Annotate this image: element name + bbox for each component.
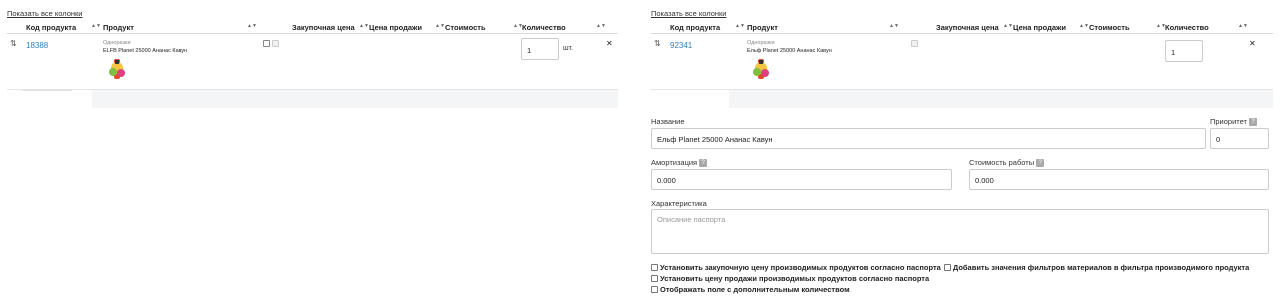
- purchase-price-checkbox-disabled: [272, 40, 279, 47]
- purchase-price-checkbox[interactable]: [263, 40, 270, 47]
- show-all-columns-link[interactable]: Показать все колонки: [651, 9, 727, 18]
- product-code-link[interactable]: 92341: [670, 41, 692, 50]
- sort-arrows-icon[interactable]: ▲▼: [596, 23, 606, 29]
- column-header-purchase-price[interactable]: Закупочная цена: [936, 23, 999, 32]
- quantity-input[interactable]: 1: [521, 38, 559, 60]
- characteristic-label: Характеристика: [651, 199, 707, 208]
- product-image: [753, 59, 769, 79]
- quantity-unit: шт.: [563, 45, 573, 52]
- quantity-input[interactable]: 1: [1165, 40, 1203, 62]
- extra-quantity-checkbox[interactable]: [651, 286, 658, 293]
- work-cost-input[interactable]: 0.000: [969, 169, 1269, 190]
- close-icon[interactable]: ✕: [606, 39, 613, 48]
- product-code-link[interactable]: 18388: [26, 41, 48, 50]
- table-header: Код продукта ▲▼ Продукт ▲▼ Закупочная це…: [651, 20, 1273, 34]
- close-icon[interactable]: ✕: [1249, 39, 1256, 48]
- priority-input[interactable]: 0: [1210, 128, 1269, 149]
- left-panel: Показать все колонки Код продукта ▲▼ Про…: [7, 0, 618, 303]
- product-name: ELFB Planet 25000 Ананас Кавун: [103, 48, 188, 54]
- table-footer: [729, 90, 1273, 108]
- checkbox-row: Установить цену продажи производимых про…: [651, 274, 929, 283]
- column-header-cost[interactable]: Стоимость: [445, 23, 486, 32]
- purchase-price-passport-checkbox[interactable]: [651, 264, 658, 271]
- name-label: Название: [651, 117, 685, 126]
- extra-quantity-label[interactable]: Отображать поле с дополнительным количес…: [660, 285, 850, 294]
- add-filters-label[interactable]: Добавить значения фильтров материалов в …: [953, 263, 1249, 272]
- column-header-code[interactable]: Код продукта: [26, 23, 76, 32]
- drag-handle-icon[interactable]: ⇅: [654, 39, 661, 48]
- drag-handle-icon[interactable]: ⇅: [10, 39, 17, 48]
- add-filters-checkbox[interactable]: [943, 264, 951, 271]
- priority-label: Приоритет?: [1210, 117, 1257, 127]
- sort-arrows-icon[interactable]: ▲▼: [1238, 23, 1248, 29]
- work-cost-label: Стоимость работы?: [969, 158, 1045, 168]
- sale-price-passport-label[interactable]: Установить цену продажи производимых про…: [660, 274, 929, 283]
- right-panel: Показать все колонки Код продукта ▲▼ Про…: [651, 0, 1273, 303]
- sort-arrows-icon[interactable]: ▲▼: [359, 23, 369, 29]
- column-header-purchase-price[interactable]: Закупочная цена: [292, 23, 355, 32]
- sort-arrows-icon[interactable]: ▲▼: [435, 23, 445, 29]
- amortization-label: Амортизация?: [651, 158, 708, 168]
- table-footer: [92, 90, 618, 108]
- column-header-sale-price[interactable]: Цена продажи: [369, 23, 422, 32]
- sort-arrows-icon[interactable]: ▲▼: [735, 23, 745, 29]
- column-header-code[interactable]: Код продукта: [670, 23, 720, 32]
- product-category: Одноразки: [747, 40, 775, 46]
- column-header-sale-price[interactable]: Цена продажи: [1013, 23, 1066, 32]
- amortization-input[interactable]: 0.000: [651, 169, 952, 190]
- table-row: ⇅ 18388 Одноразки ELFB Planet 25000 Анан…: [7, 34, 618, 90]
- sort-arrows-icon[interactable]: ▲▼: [91, 23, 101, 29]
- help-icon[interactable]: ?: [1036, 159, 1045, 168]
- purchase-price-passport-label[interactable]: Установить закупочную цену производимых …: [660, 263, 941, 272]
- sort-arrows-icon[interactable]: ▲▼: [1003, 23, 1013, 29]
- column-header-product[interactable]: Продукт: [103, 23, 134, 32]
- column-header-cost[interactable]: Стоимость: [1089, 23, 1130, 32]
- column-header-product[interactable]: Продукт: [747, 23, 778, 32]
- name-input[interactable]: Ельф Planet 25000 Ананас Кавун: [651, 128, 1206, 149]
- sort-arrows-icon[interactable]: ▲▼: [1079, 23, 1089, 29]
- characteristic-textarea[interactable]: Описание паспорта: [651, 209, 1269, 254]
- sort-arrows-icon[interactable]: ▲▼: [247, 23, 257, 29]
- table-header: Код продукта ▲▼ Продукт ▲▼ Закупочная це…: [7, 20, 618, 34]
- sort-arrows-icon[interactable]: ▲▼: [889, 23, 899, 29]
- help-icon[interactable]: ?: [699, 159, 708, 168]
- sale-price-passport-checkbox[interactable]: [651, 275, 658, 282]
- product-category: Одноразки: [103, 40, 131, 46]
- product-name: Ельф Planet 25000 Ананас Кавун: [747, 48, 832, 54]
- show-all-columns-link[interactable]: Показать все колонки: [7, 9, 83, 18]
- purchase-price-checkbox-disabled: [911, 40, 918, 47]
- help-icon[interactable]: ?: [1249, 118, 1257, 127]
- column-header-quantity[interactable]: Количество: [522, 23, 566, 32]
- table-row: ⇅ 92341 Одноразки Ельф Planet 25000 Анан…: [651, 34, 1273, 90]
- checkbox-row: Отображать поле с дополнительным количес…: [651, 285, 850, 294]
- divider: [22, 90, 72, 91]
- column-header-quantity[interactable]: Количество: [1165, 23, 1209, 32]
- checkbox-row: Установить закупочную цену производимых …: [651, 263, 1249, 272]
- product-image: [109, 59, 125, 79]
